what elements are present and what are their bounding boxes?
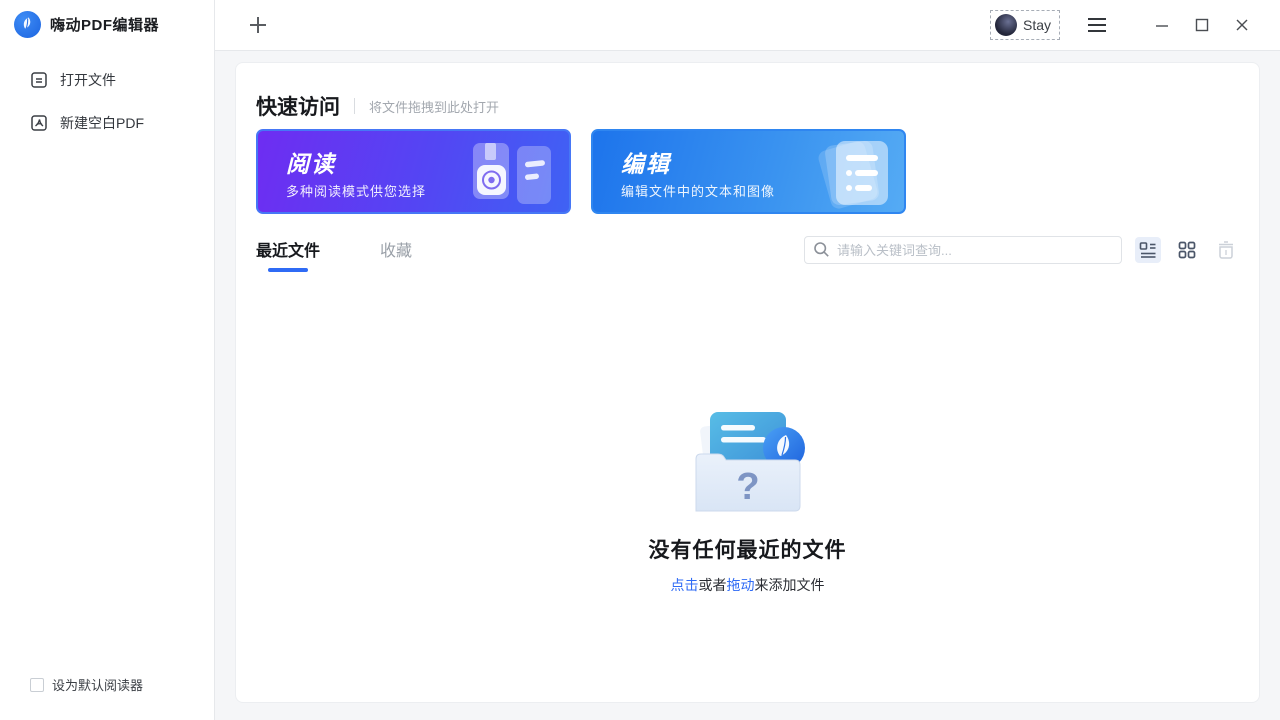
user-account-button[interactable]: Stay bbox=[989, 10, 1060, 40]
grid-view-icon bbox=[1178, 241, 1196, 259]
empty-state: ? 没有任何最近的文件 点击或者拖动来添加文件 bbox=[236, 407, 1259, 595]
reader-eye-book-icon bbox=[467, 137, 559, 212]
read-card-subtitle: 多种阅读模式供您选择 bbox=[286, 184, 427, 199]
close-button[interactable] bbox=[1222, 9, 1262, 41]
list-view-button[interactable] bbox=[1135, 237, 1161, 263]
sidebar-item-open-file[interactable]: 打开文件 bbox=[0, 58, 214, 101]
tab-recent-files[interactable]: 最近文件 bbox=[256, 237, 320, 272]
divider bbox=[354, 98, 355, 114]
main-menu-button[interactable] bbox=[1082, 10, 1112, 40]
maximize-button[interactable] bbox=[1182, 9, 1222, 41]
trash-icon bbox=[1219, 241, 1233, 259]
search-and-view-controls bbox=[804, 236, 1239, 264]
file-tabs: 最近文件 收藏 bbox=[256, 237, 416, 272]
new-tab-button[interactable] bbox=[245, 12, 271, 38]
titlebar: Stay bbox=[215, 0, 1280, 51]
edit-card-title: 编辑 bbox=[621, 151, 671, 177]
grid-view-button[interactable] bbox=[1174, 237, 1200, 263]
tab-favorites[interactable]: 收藏 bbox=[376, 237, 416, 272]
window-controls bbox=[1142, 9, 1262, 41]
trash-button[interactable] bbox=[1213, 237, 1239, 263]
default-reader-checkbox[interactable] bbox=[30, 677, 44, 692]
edit-mode-card[interactable]: 编辑 编辑文件中的文本和图像 bbox=[591, 129, 906, 214]
sidebar-item-new-blank-pdf[interactable]: 新建空白PDF bbox=[0, 101, 214, 144]
edit-document-icon bbox=[802, 137, 894, 212]
drag-to-add-link[interactable]: 拖动 bbox=[727, 577, 755, 593]
quick-access-header: 快速访问 将文件拖拽到此处打开 bbox=[256, 91, 499, 121]
sidebar-nav: 打开文件 新建空白PDF bbox=[0, 58, 214, 144]
sidebar-item-label: 打开文件 bbox=[60, 71, 116, 88]
read-card-title: 阅读 bbox=[286, 151, 336, 177]
svg-text:?: ? bbox=[736, 466, 759, 508]
maximize-icon bbox=[1195, 18, 1209, 32]
hamburger-icon bbox=[1088, 18, 1106, 20]
quick-access-cards: 阅读 多种阅读模式供您选择 编辑 编辑文件中的文本和图像 bbox=[256, 129, 906, 214]
search-icon bbox=[813, 241, 830, 263]
quick-access-title: 快速访问 bbox=[256, 96, 340, 119]
minimize-icon bbox=[1156, 25, 1168, 27]
list-view-icon bbox=[1139, 242, 1156, 258]
search-box bbox=[804, 236, 1122, 264]
app-title: 嗨动PDF编辑器 bbox=[50, 17, 160, 34]
active-tab-underline bbox=[268, 268, 308, 272]
empty-state-subtitle: 点击或者拖动来添加文件 bbox=[670, 577, 825, 593]
user-avatar bbox=[994, 14, 1017, 36]
open-file-icon bbox=[30, 71, 48, 89]
empty-state-title: 没有任何最近的文件 bbox=[648, 539, 847, 562]
titlebar-right-controls: Stay bbox=[989, 9, 1280, 41]
new-pdf-icon bbox=[30, 114, 48, 132]
close-icon bbox=[1236, 19, 1248, 31]
app-logo-row: 嗨动PDF编辑器 bbox=[14, 11, 159, 38]
set-default-reader-row[interactable]: 设为默认阅读器 bbox=[30, 675, 143, 694]
empty-folder-illustration: ? bbox=[695, 412, 805, 512]
sidebar-item-label: 新建空白PDF bbox=[60, 114, 144, 131]
user-name: Stay bbox=[1022, 17, 1051, 33]
content-panel: 快速访问 将文件拖拽到此处打开 阅读 多种阅读模式供您选择 编辑 编辑文件中的文… bbox=[235, 62, 1260, 703]
search-input[interactable] bbox=[804, 236, 1122, 264]
edit-card-subtitle: 编辑文件中的文本和图像 bbox=[621, 184, 776, 199]
main-area: 快速访问 将文件拖拽到此处打开 阅读 多种阅读模式供您选择 编辑 编辑文件中的文… bbox=[215, 51, 1280, 720]
sidebar: 嗨动PDF编辑器 打开文件 新建空白PDF 设为默认阅读器 bbox=[0, 0, 215, 720]
app-logo-icon bbox=[14, 11, 41, 38]
plus-icon bbox=[250, 17, 266, 33]
click-to-add-link[interactable]: 点击 bbox=[671, 577, 699, 593]
default-reader-label: 设为默认阅读器 bbox=[52, 678, 144, 693]
drag-hint-text: 将文件拖拽到此处打开 bbox=[369, 99, 500, 115]
read-mode-card[interactable]: 阅读 多种阅读模式供您选择 bbox=[256, 129, 571, 214]
minimize-button[interactable] bbox=[1142, 9, 1182, 41]
